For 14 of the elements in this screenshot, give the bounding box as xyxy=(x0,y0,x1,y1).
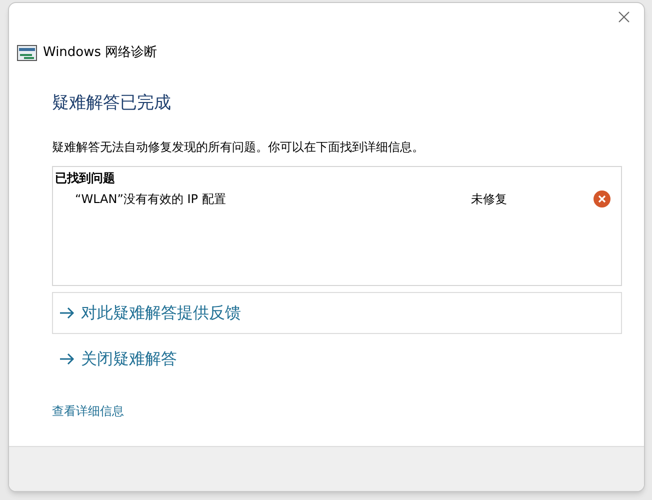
window-title: Windows 网络诊断 xyxy=(43,44,158,62)
panel-title: 已找到问题 xyxy=(55,170,115,187)
error-icon xyxy=(593,190,611,208)
problem-status: 未修复 xyxy=(471,191,507,208)
problem-name: “WLAN”没有有效的 IP 配置 xyxy=(75,191,227,208)
network-window-icon xyxy=(17,44,37,61)
close-icon[interactable] xyxy=(618,11,630,23)
arrow-icon xyxy=(59,353,75,365)
details-link[interactable]: 查看详细信息 xyxy=(52,402,124,420)
message-text: 疑难解答无法自动修复发现的所有问题。你可以在下面找到详细信息。 xyxy=(52,139,425,156)
action-link[interactable]: 关闭疑难解答 xyxy=(52,338,622,380)
heading: 疑难解答已完成 xyxy=(52,92,172,114)
action-link[interactable]: 对此疑难解答提供反馈 xyxy=(52,292,622,334)
arrow-icon xyxy=(59,307,75,319)
